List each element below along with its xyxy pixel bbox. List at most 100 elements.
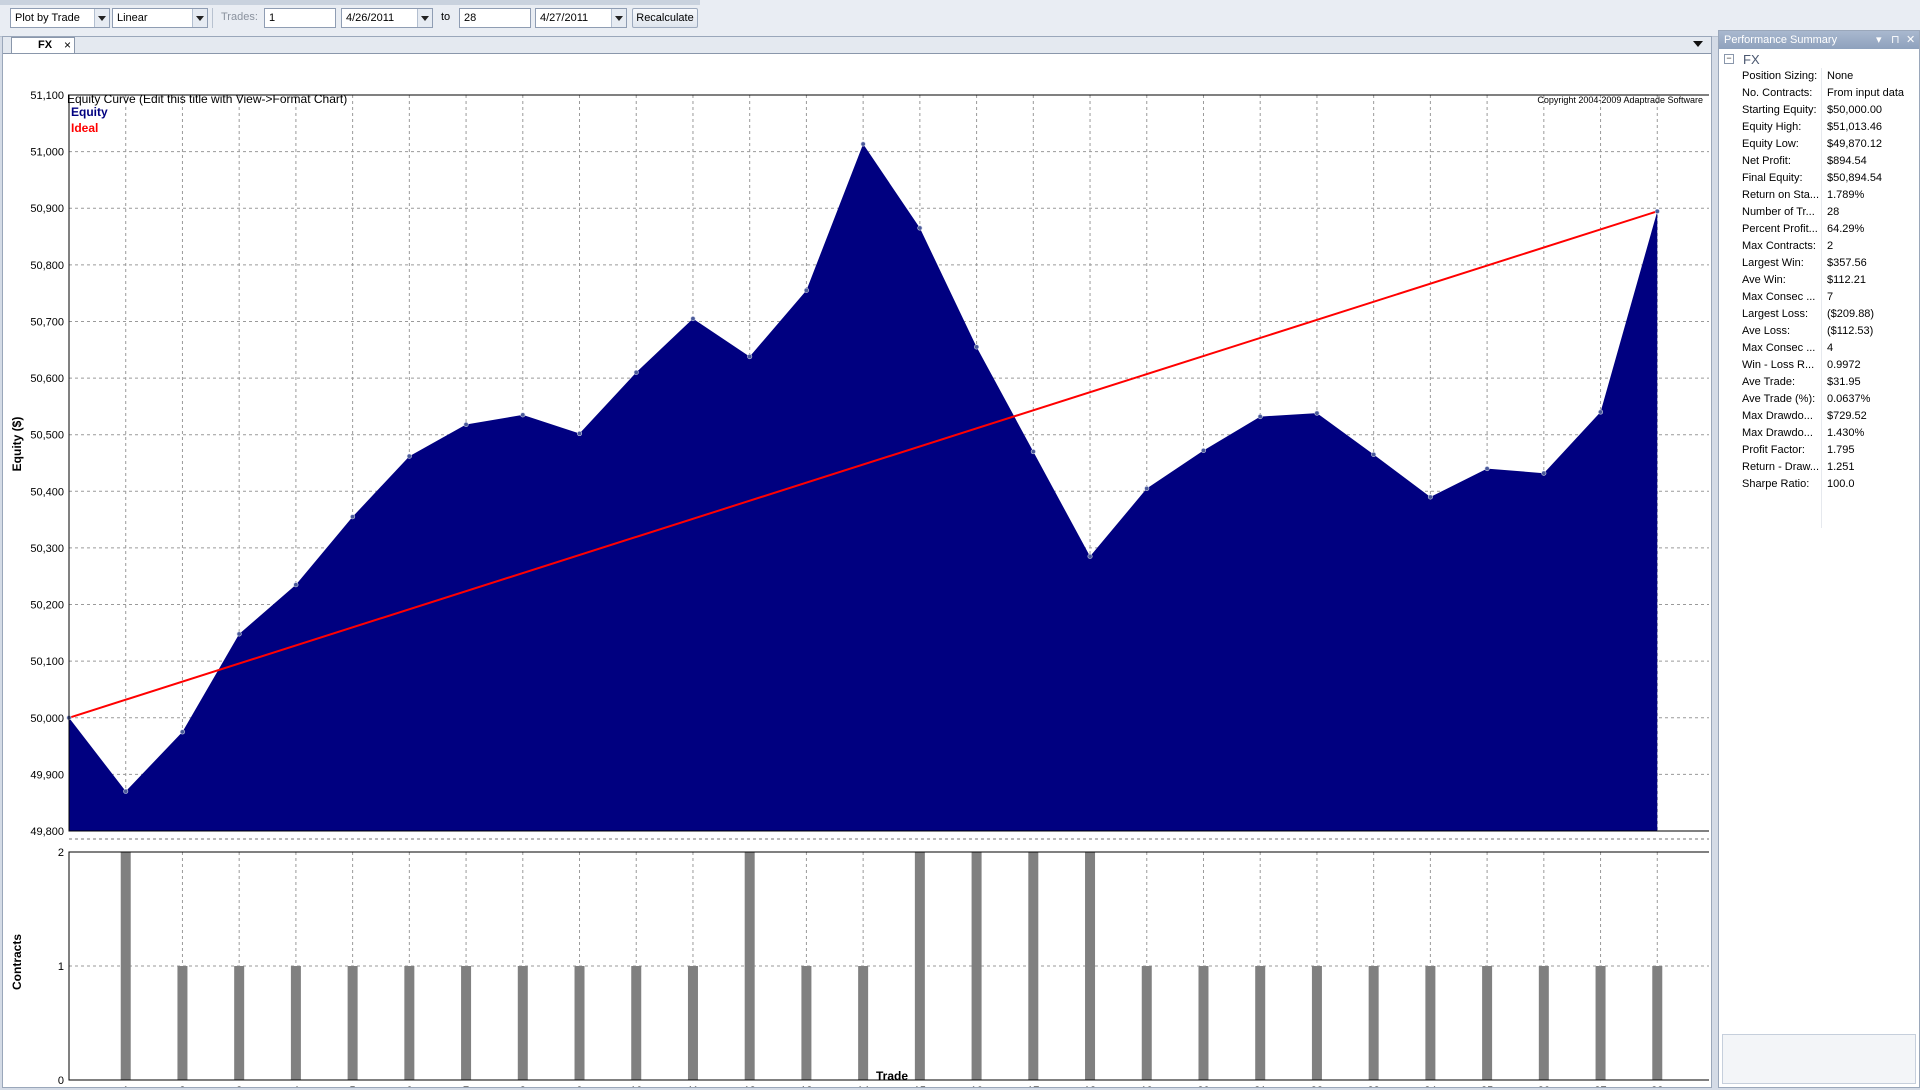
property-row[interactable]: Ave Win: $112.21 xyxy=(1719,272,1919,289)
contract-bar xyxy=(631,966,642,1080)
property-row[interactable]: Ave Loss: ($112.53) xyxy=(1719,323,1919,340)
plot-mode-dropdown[interactable]: Plot by Trade xyxy=(10,8,110,28)
x-tick-label: 10 xyxy=(630,1085,642,1087)
y-tick-label: 50,500 xyxy=(30,430,64,442)
chevron-down-icon[interactable] xyxy=(417,9,432,27)
property-name: Number of Tr... xyxy=(1742,206,1815,218)
trades-to-input[interactable]: 28 xyxy=(459,8,531,28)
chevron-down-icon[interactable] xyxy=(611,9,626,27)
property-row[interactable]: Position Sizing: None xyxy=(1719,68,1919,85)
panel-title: Performance Summary xyxy=(1724,34,1838,46)
property-value: 7 xyxy=(1827,291,1834,303)
property-row[interactable]: Equity High: $51,013.46 xyxy=(1719,119,1919,136)
property-value: ($209.88) xyxy=(1827,308,1875,320)
contracts-tick-label: 0 xyxy=(58,1075,64,1087)
contract-bar xyxy=(1652,966,1663,1080)
property-name: Net Profit: xyxy=(1742,155,1791,167)
property-name: Position Sizing: xyxy=(1742,70,1818,82)
property-row[interactable]: Win - Loss R... 0.9972 xyxy=(1719,357,1919,374)
equity-point xyxy=(1371,452,1377,458)
tab-fx[interactable]: FX × xyxy=(11,37,75,53)
trades-from-value: 1 xyxy=(269,12,276,24)
toolbar-grip[interactable] xyxy=(2,8,6,28)
x-tick-label: 23 xyxy=(1368,1085,1380,1087)
close-icon[interactable]: × xyxy=(64,38,71,52)
date-to-picker[interactable]: 4/27/2011 xyxy=(535,8,627,28)
property-row[interactable]: Max Consec ... 7 xyxy=(1719,289,1919,306)
contract-bar xyxy=(1425,966,1436,1080)
y-tick-label: 50,700 xyxy=(30,316,64,328)
x-tick-label: 16 xyxy=(970,1085,982,1087)
property-row[interactable]: Starting Equity: $50,000.00 xyxy=(1719,102,1919,119)
date-from-picker[interactable]: 4/26/2011 xyxy=(341,8,433,28)
equity-point xyxy=(350,514,356,520)
equity-point xyxy=(1030,449,1036,455)
property-name: Max Drawdo... xyxy=(1742,427,1813,439)
property-value: 4 xyxy=(1827,342,1834,354)
close-icon[interactable]: ✕ xyxy=(1906,33,1915,46)
property-name: Largest Win: xyxy=(1742,257,1804,269)
collapse-icon[interactable]: − xyxy=(1724,54,1734,64)
property-value: 1.795 xyxy=(1827,444,1855,456)
property-value: From input data xyxy=(1827,87,1905,99)
chart-title[interactable]: Equity Curve (Edit this title with View-… xyxy=(67,92,347,106)
property-name: Starting Equity: xyxy=(1742,104,1817,116)
property-row[interactable]: Return on Sta... 1.789% xyxy=(1719,187,1919,204)
x-tick-label: 29 xyxy=(1708,1085,1709,1087)
property-row[interactable]: Final Equity: $50,894.54 xyxy=(1719,170,1919,187)
property-row[interactable]: Ave Trade: $31.95 xyxy=(1719,374,1919,391)
y-tick-label: 50,400 xyxy=(30,486,64,498)
property-row[interactable]: Percent Profit... 64.29% xyxy=(1719,221,1919,238)
trade-axis-label: Trade xyxy=(876,1069,908,1083)
contract-bar xyxy=(1595,966,1606,1080)
property-value: 28 xyxy=(1827,206,1840,218)
date-from-value: 4/26/2011 xyxy=(346,12,395,24)
property-row[interactable]: Number of Tr... 28 xyxy=(1719,204,1919,221)
property-name: Percent Profit... xyxy=(1742,223,1818,235)
trades-from-input[interactable]: 1 xyxy=(264,8,336,28)
contract-bar xyxy=(1538,966,1549,1080)
equity-point xyxy=(1427,494,1433,500)
x-tick-label: 1 xyxy=(123,1085,129,1087)
panel-menu-icon[interactable]: ▾ xyxy=(1876,33,1882,46)
y-tick-label: 50,600 xyxy=(30,373,64,385)
chevron-down-icon[interactable] xyxy=(192,9,207,27)
property-row[interactable]: Profit Factor: 1.795 xyxy=(1719,442,1919,459)
x-tick-label: 4 xyxy=(293,1085,299,1087)
property-row[interactable]: Sharpe Ratio: 100.0 xyxy=(1719,476,1919,493)
property-value: None xyxy=(1827,70,1854,82)
property-row[interactable]: Net Profit: $894.54 xyxy=(1719,153,1919,170)
property-row[interactable]: No. Contracts: From input data xyxy=(1719,85,1919,102)
x-tick-label: 2 xyxy=(179,1085,185,1087)
toolbar-separator xyxy=(212,8,214,28)
property-row[interactable]: Max Drawdo... $729.52 xyxy=(1719,408,1919,425)
property-name: Return on Sta... xyxy=(1742,189,1820,201)
x-tick-label: 13 xyxy=(800,1085,812,1087)
property-row[interactable]: Equity Low: $49,870.12 xyxy=(1719,136,1919,153)
y-tick-label: 51,100 xyxy=(30,90,64,102)
x-tick-label: 25 xyxy=(1481,1085,1493,1087)
equity-area xyxy=(69,143,1658,831)
property-row[interactable]: Return - Draw... 1.251 xyxy=(1719,459,1919,476)
chevron-down-icon[interactable] xyxy=(94,9,109,27)
panel-group-fx[interactable]: − FX xyxy=(1719,51,1919,67)
property-row[interactable]: Ave Trade (%): 0.0637% xyxy=(1719,391,1919,408)
property-value: 100.0 xyxy=(1827,478,1855,490)
equity-point xyxy=(463,422,469,428)
property-row[interactable]: Largest Win: $357.56 xyxy=(1719,255,1919,272)
tab-list-dropdown-icon[interactable] xyxy=(1693,41,1703,47)
x-tick-label: 18 xyxy=(1084,1085,1096,1087)
property-name: Return - Draw... xyxy=(1742,461,1820,473)
pin-icon[interactable]: ⊓ xyxy=(1891,33,1900,46)
property-row[interactable]: Max Contracts: 2 xyxy=(1719,238,1919,255)
contracts-axis-label: Contracts xyxy=(10,934,24,990)
scale-dropdown[interactable]: Linear xyxy=(112,8,208,28)
toolbar-strip xyxy=(0,0,700,5)
equity-chart[interactable]: 1234567891011121314151617181920212223242… xyxy=(3,53,1709,1087)
property-row[interactable]: Max Consec ... 4 xyxy=(1719,340,1919,357)
property-row[interactable]: Largest Loss: ($209.88) xyxy=(1719,306,1919,323)
equity-point xyxy=(1144,485,1150,491)
x-tick-label: 9 xyxy=(576,1085,582,1087)
recalculate-button[interactable]: Recalculate xyxy=(632,8,698,28)
property-row[interactable]: Max Drawdo... 1.430% xyxy=(1719,425,1919,442)
